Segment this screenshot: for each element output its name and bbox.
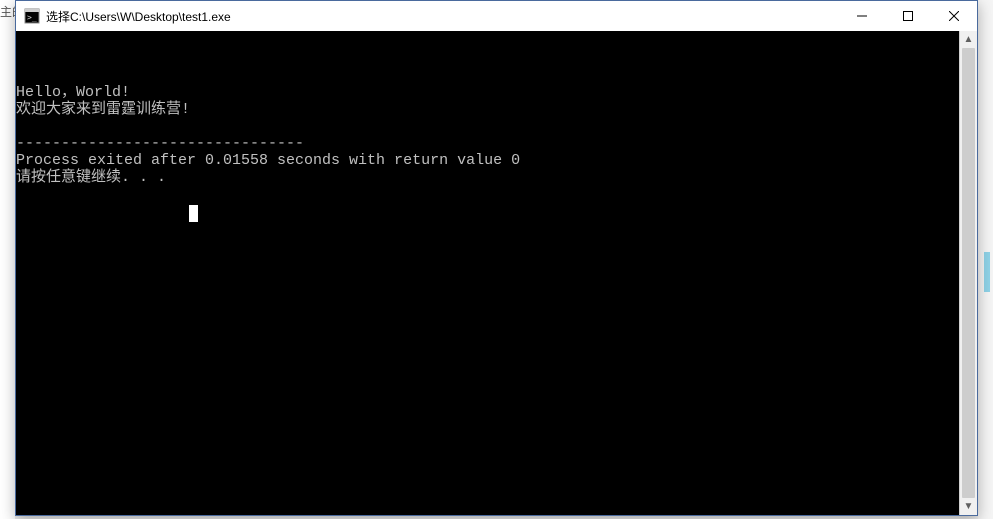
scrollbar-track[interactable] xyxy=(960,48,977,498)
minimize-button[interactable] xyxy=(839,1,885,31)
console-line: -------------------------------- xyxy=(16,135,959,152)
console-line xyxy=(16,118,959,135)
background-right-strip xyxy=(978,0,993,519)
vertical-scrollbar[interactable]: ▲ ▼ xyxy=(959,31,977,515)
console-output[interactable]: Hello，World!欢迎大家来到雷霆训练营! ---------------… xyxy=(16,31,959,515)
window-client-area: Hello，World!欢迎大家来到雷霆训练营! ---------------… xyxy=(16,31,977,515)
console-app-icon: >_ xyxy=(24,8,40,24)
maximize-button[interactable] xyxy=(885,1,931,31)
titlebar[interactable]: >_ 选择C:\Users\W\Desktop\test1.exe xyxy=(16,1,977,31)
console-line: Process exited after 0.01558 seconds wit… xyxy=(16,152,959,169)
background-accent xyxy=(984,252,990,292)
console-line: 请按任意键继续. . . xyxy=(16,169,959,186)
text-cursor xyxy=(189,205,198,222)
window-controls xyxy=(839,1,977,31)
console-line: Hello，World! xyxy=(16,84,959,101)
close-button[interactable] xyxy=(931,1,977,31)
svg-text:>_: >_ xyxy=(27,13,37,22)
scrollbar-thumb[interactable] xyxy=(962,48,975,498)
background-editor-strip: 主的包00题0司版2所2了次 xyxy=(0,0,15,519)
window-title: 选择C:\Users\W\Desktop\test1.exe xyxy=(46,8,231,25)
background-editor-line: 主 xyxy=(0,6,12,20)
console-window: >_ 选择C:\Users\W\Desktop\test1.exe Hello，… xyxy=(15,0,978,516)
scroll-up-arrow[interactable]: ▲ xyxy=(960,31,977,48)
scroll-down-arrow[interactable]: ▼ xyxy=(960,498,977,515)
console-line: 欢迎大家来到雷霆训练营! xyxy=(16,101,959,118)
